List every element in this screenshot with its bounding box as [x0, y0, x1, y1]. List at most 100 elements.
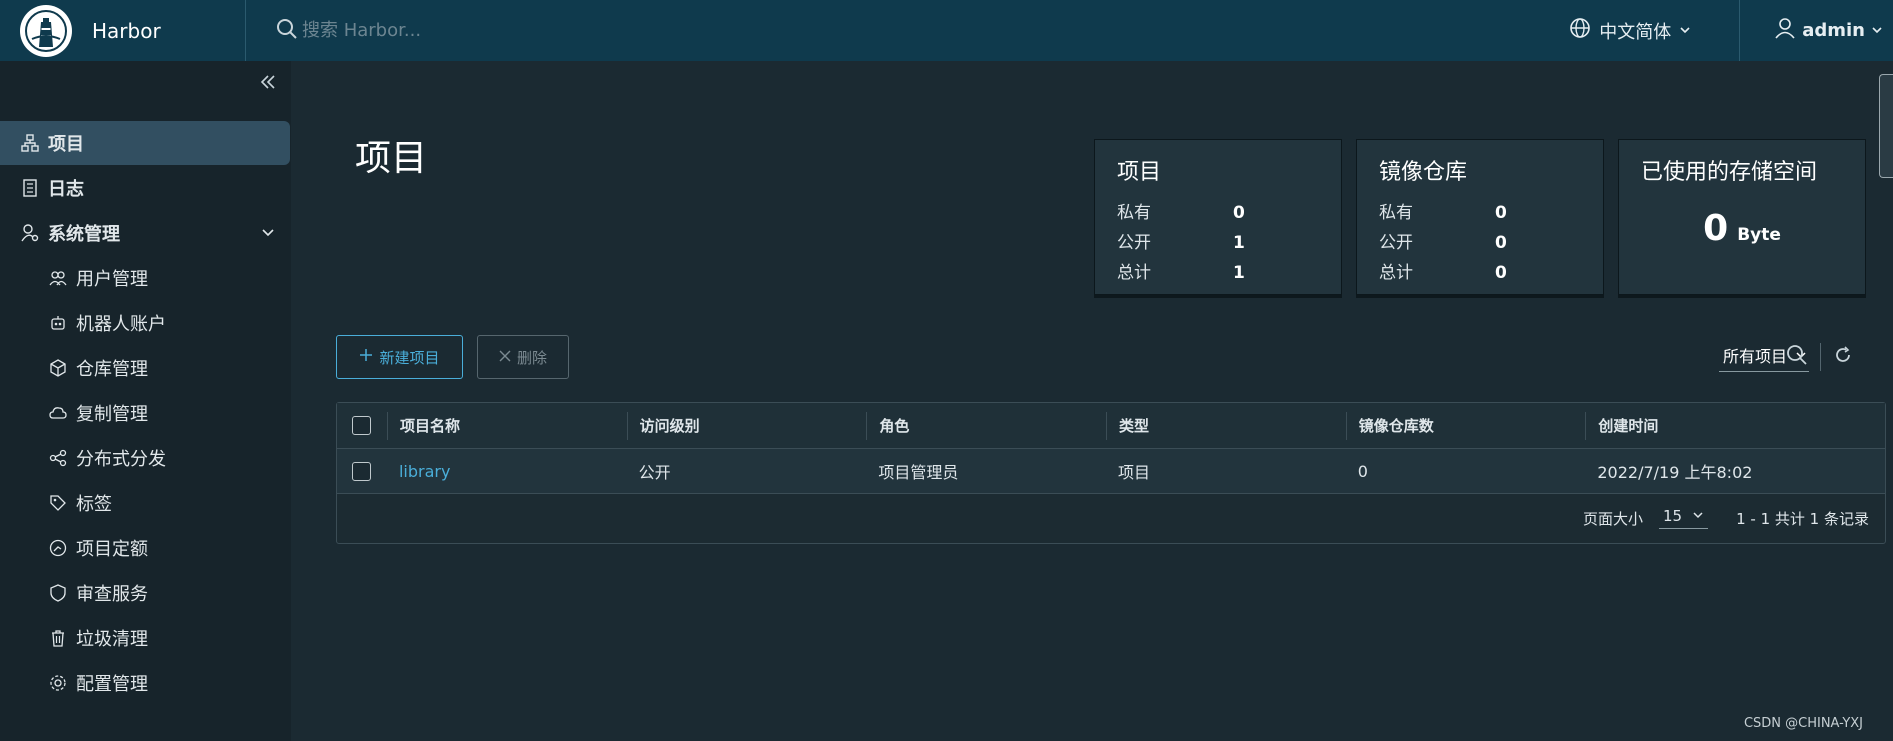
delete-button[interactable]: 删除 — [477, 335, 569, 379]
card-row-total: 总计 0 — [1379, 263, 1507, 283]
sidebar-item-label: 标签 — [76, 494, 112, 515]
sidebar-item-label: 系统管理 — [48, 224, 120, 245]
table-row: library 公开 项目管理员 项目 0 2022/7/19 上午8:02 — [337, 449, 1885, 494]
divider — [1820, 343, 1821, 371]
robot-icon — [48, 313, 68, 333]
sidebar-item-label: 配置管理 — [76, 674, 148, 695]
sidebar-item-distributions[interactable]: 分布式分发 — [0, 436, 291, 480]
close-icon — [499, 348, 511, 366]
card-title: 镜像仓库 — [1379, 160, 1468, 185]
new-project-button[interactable]: 新建项目 — [336, 335, 463, 379]
replication-icon — [48, 403, 68, 423]
sidebar-item-label: 机器人账户 — [76, 314, 166, 335]
collapse-sidebar-button[interactable] — [255, 71, 281, 97]
sidebar-item-replications[interactable]: 复制管理 — [0, 391, 291, 435]
sidebar: 项目 日志 系统管理 用户管理 机器人账户 仓库管理 复制管理 分布式分发 标签… — [0, 61, 291, 741]
row-select-cell — [337, 461, 387, 481]
global-search[interactable] — [276, 18, 776, 44]
table-footer: 页面大小 15 1 - 1 共计 1 条记录 — [337, 494, 1885, 542]
sidebar-item-label: 复制管理 — [76, 404, 148, 425]
sidebar-item-labels[interactable]: 标签 — [0, 481, 291, 525]
search-icon[interactable] — [1786, 344, 1808, 370]
storage-unit: Byte — [1737, 225, 1781, 245]
search-input[interactable] — [302, 20, 602, 41]
column-header-name[interactable]: 项目名称 — [386, 411, 627, 440]
refresh-icon[interactable] — [1833, 345, 1853, 369]
column-header-access[interactable]: 访问级别 — [626, 411, 867, 440]
registry-icon — [48, 358, 68, 378]
cell-type: 项目 — [1118, 463, 1151, 482]
sidebar-item-administration[interactable]: 系统管理 — [0, 211, 291, 255]
projects-table: 项目名称 访问级别 角色 类型 镜像仓库数 创建时间 library 公开 项目… — [336, 402, 1886, 544]
sidebar-item-label: 项目 — [48, 134, 84, 155]
column-header-role[interactable]: 角色 — [866, 411, 1106, 440]
cell-repo-count: 0 — [1357, 461, 1368, 481]
page-size-label: 页面大小 — [1583, 509, 1644, 528]
sidebar-item-label: 分布式分发 — [76, 449, 166, 470]
user-menu[interactable]: admin — [1740, 0, 1893, 61]
row-checkbox[interactable] — [352, 461, 372, 481]
chevron-down-icon — [1871, 20, 1883, 41]
card-row-public: 公开 0 — [1379, 233, 1507, 253]
sidebar-item-label: 仓库管理 — [76, 359, 148, 380]
quota-icon — [48, 538, 68, 558]
chevron-down-icon — [1679, 20, 1691, 41]
page-title: 项目 — [355, 138, 428, 179]
column-header-repo-count[interactable]: 镜像仓库数 — [1345, 411, 1586, 440]
admin-icon — [20, 223, 40, 243]
cell-role: 项目管理员 — [878, 463, 959, 482]
sidebar-item-robot-accounts[interactable]: 机器人账户 — [0, 301, 291, 345]
storage-summary-card: 已使用的存储空间 0 Byte — [1618, 139, 1866, 295]
card-row-private: 私有 0 — [1379, 203, 1507, 223]
user-icon — [1774, 17, 1796, 44]
cell-created: 2022/7/19 上午8:02 — [1597, 463, 1753, 482]
sidebar-item-label: 审查服务 — [76, 584, 148, 605]
sidebar-item-configuration[interactable]: 配置管理 — [0, 661, 291, 705]
sidebar-item-label: 项目定额 — [76, 539, 148, 560]
language-selector[interactable]: 中文简体 — [1549, 0, 1741, 61]
sidebar-item-label: 用户管理 — [76, 269, 148, 290]
gear-icon — [48, 673, 68, 693]
select-all-cell — [337, 416, 387, 435]
chevron-down-icon — [261, 223, 275, 244]
brand[interactable]: Harbor — [0, 0, 246, 61]
card-row-total: 总计 1 — [1117, 263, 1245, 283]
side-drawer-tab[interactable] — [1879, 74, 1893, 178]
shield-icon — [48, 583, 68, 603]
language-label: 中文简体 — [1599, 21, 1672, 43]
sidebar-item-project-quotas[interactable]: 项目定额 — [0, 526, 291, 570]
globe-icon — [1569, 17, 1591, 44]
sidebar-item-label: 日志 — [48, 179, 84, 200]
search-icon — [276, 18, 298, 44]
sidebar-item-label: 垃圾清理 — [76, 629, 148, 650]
harbor-logo-icon — [20, 4, 72, 57]
sidebar-item-logs[interactable]: 日志 — [0, 166, 291, 210]
log-icon — [20, 178, 40, 198]
users-icon — [48, 268, 68, 288]
projects-summary-card: 项目 私有 0 公开 1 总计 1 — [1094, 139, 1342, 295]
sidebar-item-registries[interactable]: 仓库管理 — [0, 346, 291, 390]
chevron-down-icon — [1692, 507, 1704, 525]
table-actions — [1786, 343, 1853, 371]
top-header: Harbor 中文简体 admin — [0, 0, 1893, 61]
sidebar-item-users[interactable]: 用户管理 — [0, 256, 291, 300]
column-header-type[interactable]: 类型 — [1106, 411, 1346, 440]
user-name: admin — [1802, 20, 1865, 41]
card-title: 项目 — [1117, 160, 1162, 185]
watermark: CSDN @CHINA-YXJ — [1743, 716, 1863, 731]
page-size-select[interactable]: 15 — [1659, 507, 1709, 529]
sidebar-item-garbage-collection[interactable]: 垃圾清理 — [0, 616, 291, 660]
project-icon — [20, 133, 40, 153]
cell-access: 公开 — [638, 463, 671, 482]
distribution-icon — [48, 448, 68, 468]
sidebar-nav: 项目 日志 系统管理 用户管理 机器人账户 仓库管理 复制管理 分布式分发 标签… — [0, 121, 291, 706]
main-content: 项目 项目 私有 0 公开 1 总计 1 镜像仓库 私有 0 公开 0 总计 0 — [291, 61, 1893, 741]
sidebar-item-projects[interactable]: 项目 — [0, 121, 290, 165]
sidebar-item-interrogation-services[interactable]: 审查服务 — [0, 571, 291, 615]
select-all-checkbox[interactable] — [352, 416, 372, 435]
card-row-public: 公开 1 — [1117, 233, 1245, 253]
column-header-created[interactable]: 创建时间 — [1585, 411, 1885, 440]
project-name-link[interactable]: library — [387, 462, 627, 481]
double-chevron-left-icon — [259, 73, 277, 95]
card-row-private: 私有 0 — [1117, 203, 1245, 223]
